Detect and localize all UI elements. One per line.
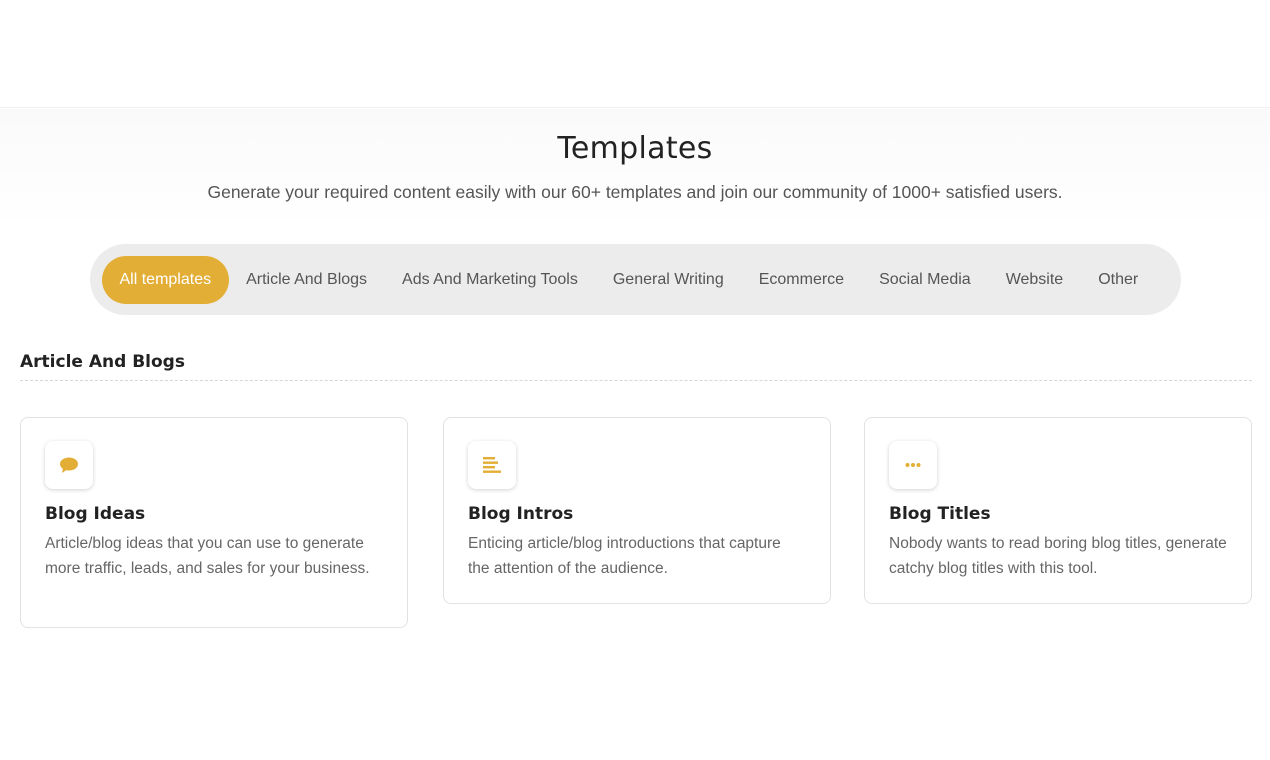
ellipsis-icon: [889, 441, 937, 489]
page-title: Templates: [557, 131, 713, 166]
section-title: Article And Blogs: [20, 352, 185, 372]
tab-article-and-blogs[interactable]: Article And Blogs: [229, 256, 385, 304]
card-title: Blog Ideas: [45, 504, 146, 524]
card-title: Blog Intros: [468, 504, 574, 524]
text-lines-icon: [468, 441, 516, 489]
tab-social-media[interactable]: Social Media: [862, 256, 989, 304]
page-subtitle: Generate your required content easily wi…: [207, 182, 1063, 202]
tab-website[interactable]: Website: [988, 256, 1081, 304]
template-card-blog-intros[interactable]: Blog Intros Enticing article/blog introd…: [443, 417, 831, 604]
card-description: Article/blog ideas that you can use to g…: [45, 535, 370, 577]
tab-ecommerce[interactable]: Ecommerce: [741, 256, 861, 304]
tab-other[interactable]: Other: [1081, 256, 1156, 304]
top-navigation-bar: [0, 0, 1270, 108]
tab-ads-and-marketing-tools[interactable]: Ads And Marketing Tools: [385, 256, 596, 304]
hero-background: [0, 109, 1270, 229]
section-divider: [20, 380, 1252, 381]
template-card-blog-titles[interactable]: Blog Titles Nobody wants to read boring …: [864, 417, 1252, 604]
template-card-blog-ideas[interactable]: Blog Ideas Article/blog ideas that you c…: [20, 417, 408, 628]
tab-general-writing[interactable]: General Writing: [595, 256, 741, 304]
card-description: Nobody wants to read boring blog titles,…: [889, 535, 1227, 577]
card-description: Enticing article/blog introductions that…: [468, 535, 781, 577]
card-title: Blog Titles: [889, 504, 991, 524]
tab-all-templates[interactable]: All templates: [102, 255, 229, 304]
category-tabs: All templates Article And Blogs Ads And …: [90, 244, 1181, 315]
chat-bubble-icon: [45, 441, 93, 489]
